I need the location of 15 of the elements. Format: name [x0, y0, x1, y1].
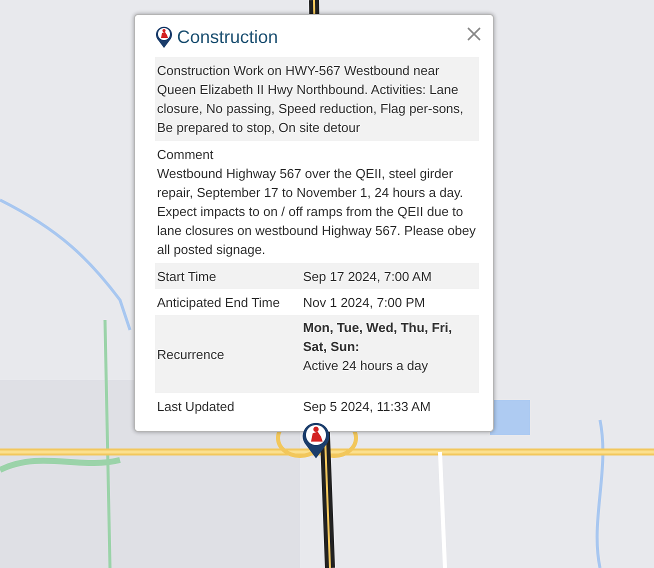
description-text: Construction Work on HWY-567 Westbound near Queen Elizabeth II Hwy Northbound. Activities: Lane closure, No passing, Speed reduction, Flag per-sons, Be prepared to stop, On site detour	[157, 62, 464, 137]
comment-text: Westbound Highway 567 over the QEII, steel girder repair, September 17 to November 1, 24 hours a day. Expect impacts to on / off ramps from the QEII due to lane closures on westbound Highway 567. Please obey all posted signage.	[157, 165, 477, 259]
detail-value: Nov 1 2024, 7:00 PM	[303, 294, 426, 312]
detail-value: Sep 5 2024, 11:33 AM	[303, 398, 432, 416]
detail-value: Sep 17 2024, 7:00 AM	[303, 268, 433, 286]
recurrence-days: Mon, Tue, Wed, Thu, Fri, Sat, Sun:	[303, 318, 477, 356]
map-pin-icon	[155, 25, 173, 49]
detail-label: Recurrence	[157, 346, 226, 364]
detail-label: Anticipated End Time	[157, 294, 281, 312]
detail-label: Start Time	[157, 268, 218, 286]
comment-label: Comment	[157, 146, 214, 164]
recurrence-hours: Active 24 hours a day	[303, 357, 430, 375]
close-icon[interactable]	[467, 27, 481, 41]
popup-title: Construction	[177, 26, 280, 49]
detail-label: Last Updated	[157, 398, 236, 416]
